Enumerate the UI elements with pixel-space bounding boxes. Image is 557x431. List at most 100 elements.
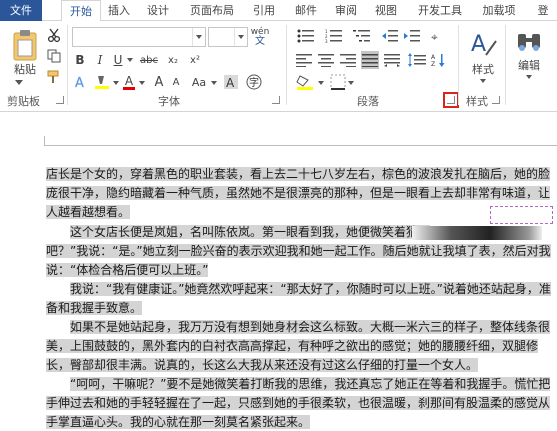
multilevel-list-icon <box>353 30 370 42</box>
borders-button[interactable] <box>329 73 347 91</box>
chevron-down-icon[interactable] <box>234 28 247 46</box>
tab-file[interactable]: 文件 <box>0 0 42 21</box>
chevron-down-icon <box>113 81 119 85</box>
svg-text:A: A <box>471 32 486 57</box>
paste-button[interactable] <box>8 27 42 63</box>
chevron-down-icon <box>318 81 324 85</box>
font-color-button[interactable]: A <box>120 73 138 91</box>
underline-dropdown[interactable] <box>126 53 134 67</box>
paste-label: 粘贴 <box>14 63 36 76</box>
font-name-combobox[interactable] <box>72 27 206 47</box>
styles-gallery-button[interactable]: A <box>466 27 500 61</box>
chinese-layout-button[interactable]: ⌖ <box>430 27 448 45</box>
paragraph-6: “呵呵，干嘛呢？”要不是她微笑着打断我的思维，我还真忘了她正在等着和我握手。慌忙… <box>46 375 553 431</box>
justify-button[interactable] <box>361 51 379 69</box>
bold-button[interactable]: B <box>72 51 88 69</box>
enclose-characters-button[interactable]: 字 <box>244 73 264 91</box>
ribbon-home: 粘贴 剪贴板 wén 文 B I U abc x₂ x² A A A A Aa … <box>0 21 557 112</box>
indent-icon <box>404 30 420 42</box>
clipboard-group-label: 剪贴板 <box>7 95 40 108</box>
svg-text:⌖: ⌖ <box>431 30 438 43</box>
svg-text:A: A <box>75 76 84 90</box>
character-shading-icon: A <box>224 75 238 90</box>
bullets-button[interactable] <box>295 27 317 45</box>
subscript-button[interactable]: x₂ <box>164 51 182 69</box>
sort-button[interactable]: A Z <box>430 51 448 69</box>
grow-font-button[interactable]: A <box>150 73 168 91</box>
editing-button[interactable] <box>512 27 546 57</box>
highlighter-icon <box>95 76 109 89</box>
align-right-button[interactable] <box>339 51 357 69</box>
increase-indent-button[interactable] <box>403 27 421 45</box>
align-center-button[interactable] <box>317 51 335 69</box>
character-shading-button[interactable]: A <box>222 73 240 91</box>
cut-button[interactable] <box>46 27 62 43</box>
sign-in-link[interactable]: 登 <box>533 0 553 21</box>
tab-references[interactable]: 引用 <box>248 0 280 21</box>
paint-bucket-icon <box>296 75 313 90</box>
styles-dropdown[interactable] <box>479 77 487 85</box>
shading-dropdown[interactable] <box>317 77 325 89</box>
align-center-icon <box>318 54 334 67</box>
format-painter-button[interactable] <box>46 69 62 85</box>
tab-design[interactable]: 设计 <box>142 0 174 21</box>
paintbrush-icon <box>47 70 59 83</box>
clipboard-dialog-launcher[interactable] <box>56 96 64 104</box>
font-size-combobox[interactable] <box>208 27 248 47</box>
decrease-indent-button[interactable] <box>381 27 399 45</box>
copy-icon <box>47 49 61 63</box>
tab-page-layout[interactable]: 页面布局 <box>183 0 241 21</box>
tab-insert[interactable]: 插入 <box>103 0 135 21</box>
superscript-button[interactable]: x² <box>186 51 204 69</box>
numbering-button[interactable]: 1 2 3 <box>323 27 345 45</box>
paste-dropdown-arrow[interactable] <box>14 77 24 87</box>
tab-mailings[interactable]: 邮件 <box>290 0 322 21</box>
paragraph-1: 店长是个女的，穿着黑色的职业套装，看上去二十七八岁左右，棕色的波浪发扎在脑后，她… <box>46 165 553 222</box>
multilevel-list-button[interactable] <box>351 27 373 45</box>
font-color-glyph: A <box>124 73 134 88</box>
document-area[interactable]: 店长是个女的，穿着黑色的职业套装，看上去二十七八岁左右，棕色的波浪发扎在脑后，她… <box>0 112 557 431</box>
styles-label: 样式 <box>472 63 494 76</box>
tab-view[interactable]: 视图 <box>370 0 402 21</box>
styles-group-label: 样式 <box>466 95 488 108</box>
change-case-dropdown[interactable] <box>210 77 218 89</box>
tab-addins[interactable]: 加载项 <box>476 0 522 21</box>
phonetic-guide-button[interactable]: wén 文 <box>250 27 270 47</box>
tab-developer[interactable]: 开发工具 <box>412 0 468 21</box>
paragraph-4-text: 我说：“我有健康证。”她竟然欢呼起来：“那太好了，你随时可以上班。”说着她还站起… <box>46 282 551 315</box>
paragraph-6-text: “呵呵，干嘛呢？”要不是她微笑着打断我的思维，我还真忘了她正在等着和我握手。慌忙… <box>46 377 551 429</box>
chevron-down-icon[interactable] <box>192 28 205 46</box>
highlight-color-button[interactable] <box>92 73 112 91</box>
distributed-button[interactable] <box>383 51 401 69</box>
shading-button[interactable] <box>295 73 315 91</box>
strikethrough-button[interactable]: abc <box>138 51 160 69</box>
underline-button[interactable]: U <box>110 51 126 69</box>
font-dialog-launcher[interactable] <box>272 96 280 104</box>
change-case-button[interactable]: Aa <box>188 73 210 91</box>
borders-icon <box>330 74 346 90</box>
paragraph-3: 吧？”我说：“是。”她立刻一脸兴奋的表示欢迎我和她一起工作。随后她就让我填了表，… <box>46 242 553 280</box>
styles-dialog-launcher[interactable] <box>492 96 500 104</box>
paragraph-dialog-launcher[interactable] <box>443 92 459 108</box>
copy-button[interactable] <box>46 48 62 64</box>
shrink-font-button[interactable]: A <box>168 73 184 91</box>
redacted-text-region <box>412 226 542 240</box>
tab-review[interactable]: 审阅 <box>330 0 362 21</box>
italic-button[interactable]: I <box>92 51 108 69</box>
binoculars-icon <box>518 34 540 51</box>
align-left-button[interactable] <box>295 51 313 69</box>
borders-dropdown[interactable] <box>347 77 355 89</box>
group-separator <box>67 25 68 105</box>
tab-home[interactable]: 开始 <box>61 0 101 22</box>
font-color-swatch <box>123 86 135 90</box>
font-color-dropdown[interactable] <box>138 77 146 89</box>
highlight-color-dropdown[interactable] <box>112 77 120 89</box>
text-effects-button[interactable]: A <box>72 73 90 91</box>
distributed-icon <box>384 54 400 67</box>
svg-text:A: A <box>226 76 235 90</box>
line-spacing-button[interactable] <box>407 51 427 69</box>
editing-dropdown[interactable] <box>525 73 533 81</box>
group-separator <box>458 25 459 105</box>
paragraph-group-label: 段落 <box>357 95 379 108</box>
svg-text:字: 字 <box>249 76 259 89</box>
